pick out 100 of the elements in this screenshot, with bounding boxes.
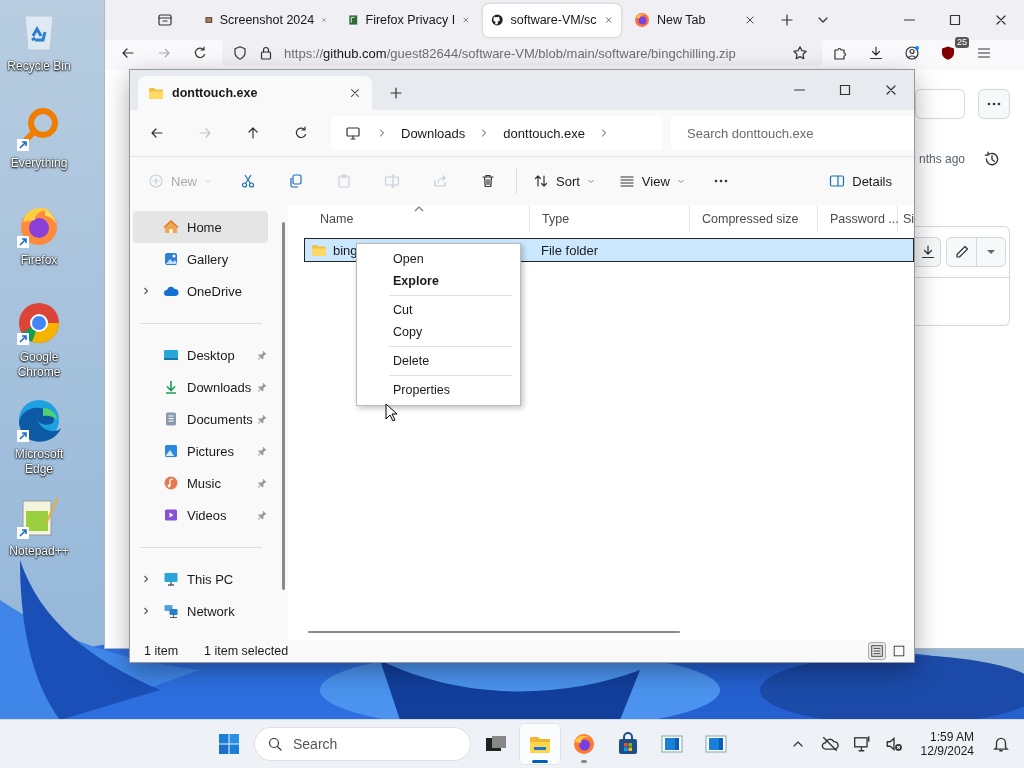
download-icon bbox=[919, 244, 936, 260]
scrollbar[interactable] bbox=[308, 631, 680, 633]
taskbar-app-button[interactable] bbox=[520, 724, 560, 764]
address-bar[interactable]: https://github.com/guest82644/software-VM/blob/main/software/bingchilling.zip bbox=[222, 40, 822, 66]
music-note-icon bbox=[163, 475, 179, 491]
shield-icon bbox=[232, 45, 248, 61]
window-icon bbox=[660, 732, 684, 756]
maximize-icon bbox=[947, 12, 963, 28]
firefox-icon bbox=[634, 12, 650, 28]
folder-icon bbox=[148, 85, 164, 101]
search-field[interactable]: Search bbox=[255, 728, 470, 760]
desktop-icon-label: Everything bbox=[9, 156, 69, 171]
video-icon bbox=[163, 507, 179, 523]
download-button[interactable] bbox=[915, 237, 941, 267]
search-field[interactable]: Search donttouch.exe bbox=[671, 116, 914, 150]
menu-item[interactable]: Explore bbox=[357, 270, 520, 292]
sidebar-item[interactable]: Videos bbox=[133, 499, 268, 531]
column-header[interactable]: Compressed size bbox=[690, 205, 818, 232]
caret-down-icon bbox=[204, 177, 212, 185]
pin-icon bbox=[256, 477, 268, 489]
menu-icon bbox=[976, 45, 992, 61]
extension-button[interactable]: 25 bbox=[930, 40, 966, 66]
sort-button[interactable]: Sort bbox=[525, 164, 603, 198]
sidebar-item[interactable]: Downloads bbox=[133, 371, 268, 403]
maximize-icon bbox=[837, 82, 853, 98]
shield-icon bbox=[940, 45, 956, 61]
menu-item[interactable]: Delete bbox=[357, 350, 520, 372]
plus-icon bbox=[388, 85, 404, 101]
sidebar-item[interactable]: Music bbox=[133, 467, 268, 499]
sidebar-item[interactable]: Gallery bbox=[133, 243, 268, 275]
time-text: 1:59 AM bbox=[929, 730, 974, 744]
sidebar-item[interactable]: Home bbox=[133, 211, 268, 243]
network-icon bbox=[163, 603, 179, 619]
scrollbar[interactable] bbox=[281, 222, 285, 590]
browser-tab[interactable]: Firefox Privacy I bbox=[340, 3, 478, 37]
item-count: 1 item bbox=[144, 644, 179, 658]
clock[interactable]: 1:59 AM 12/9/2024 bbox=[912, 730, 982, 758]
details-button[interactable]: Details bbox=[821, 164, 900, 198]
minimize-icon bbox=[903, 19, 915, 21]
desktop-icon-label: Google Chrome bbox=[16, 350, 62, 380]
cloud-off-icon bbox=[820, 735, 839, 753]
minimize-icon bbox=[793, 89, 805, 91]
sidebar-item[interactable]: Documents bbox=[133, 403, 268, 435]
sort-caret-icon bbox=[413, 205, 425, 213]
window-tab[interactable]: donttouch.exe bbox=[138, 76, 372, 110]
timestamp-text: nths ago bbox=[919, 152, 966, 166]
close-icon bbox=[603, 14, 613, 26]
lock-icon bbox=[258, 45, 274, 61]
desktop-icon-label: Recycle Bin bbox=[6, 59, 72, 74]
menu-item[interactable]: Copy bbox=[357, 321, 520, 343]
breadcrumb-item[interactable]: Downloads bbox=[390, 119, 477, 147]
gallery-icon bbox=[163, 251, 179, 267]
account-icon bbox=[904, 45, 920, 61]
search-icon bbox=[267, 736, 283, 752]
column-header[interactable]: Si bbox=[898, 205, 914, 232]
bell-icon bbox=[992, 735, 1010, 753]
download-icon bbox=[868, 45, 884, 61]
column-header[interactable]: Name bbox=[308, 205, 530, 232]
address-bar[interactable]: Downloads donttouch.exe bbox=[331, 116, 663, 150]
caret-down-icon bbox=[676, 177, 685, 185]
speaker-muted-icon bbox=[884, 735, 903, 753]
close-icon bbox=[744, 14, 756, 26]
monitor-icon bbox=[852, 735, 871, 753]
browser-tab[interactable]: software-VM/sc bbox=[483, 3, 621, 37]
date-text: 12/9/2024 bbox=[920, 744, 974, 758]
column-header[interactable]: Type bbox=[530, 205, 690, 232]
document-icon bbox=[163, 411, 179, 427]
pin-icon bbox=[256, 349, 268, 361]
start-icon bbox=[219, 734, 239, 754]
pencil-icon bbox=[953, 244, 970, 260]
file-type: File folder bbox=[540, 242, 599, 258]
puzzle-icon bbox=[832, 45, 848, 61]
star-icon bbox=[792, 45, 808, 61]
octocat-icon bbox=[491, 12, 504, 28]
refresh-icon bbox=[192, 45, 208, 61]
monitor-icon bbox=[345, 125, 361, 141]
document-icon bbox=[348, 12, 359, 28]
desktop-icon-label: Notepad++ bbox=[8, 544, 70, 559]
column-header[interactable]: Password ... bbox=[818, 205, 898, 232]
computer-icon bbox=[163, 571, 179, 587]
browser-tab[interactable]: Screenshot 2024 bbox=[197, 3, 335, 37]
tab-overview-icon bbox=[157, 12, 173, 28]
sidebar-item[interactable]: This PC bbox=[133, 563, 268, 595]
browser-tab[interactable]: New Tab bbox=[626, 3, 764, 37]
caret-down-icon bbox=[586, 177, 595, 185]
sidebar-item[interactable]: Pictures bbox=[133, 435, 268, 467]
desktop-icon bbox=[163, 347, 179, 363]
plus-icon bbox=[779, 12, 795, 28]
firefox-icon bbox=[572, 732, 596, 756]
picture-frame-icon bbox=[163, 443, 179, 459]
menu-item[interactable]: Cut bbox=[357, 299, 520, 321]
download-arrow-icon bbox=[163, 379, 179, 395]
sidebar-item[interactable]: Desktop bbox=[133, 339, 268, 371]
sidebar-item[interactable]: Network bbox=[133, 595, 268, 627]
sidebar-item[interactable]: OneDrive bbox=[133, 275, 268, 307]
menu-item[interactable]: Properties bbox=[357, 379, 520, 401]
details-view-button[interactable] bbox=[868, 642, 886, 660]
breadcrumb-item[interactable]: donttouch.exe bbox=[492, 119, 596, 147]
view-button[interactable]: View bbox=[610, 164, 693, 198]
desktop-icon-label: Firefox bbox=[19, 253, 59, 268]
